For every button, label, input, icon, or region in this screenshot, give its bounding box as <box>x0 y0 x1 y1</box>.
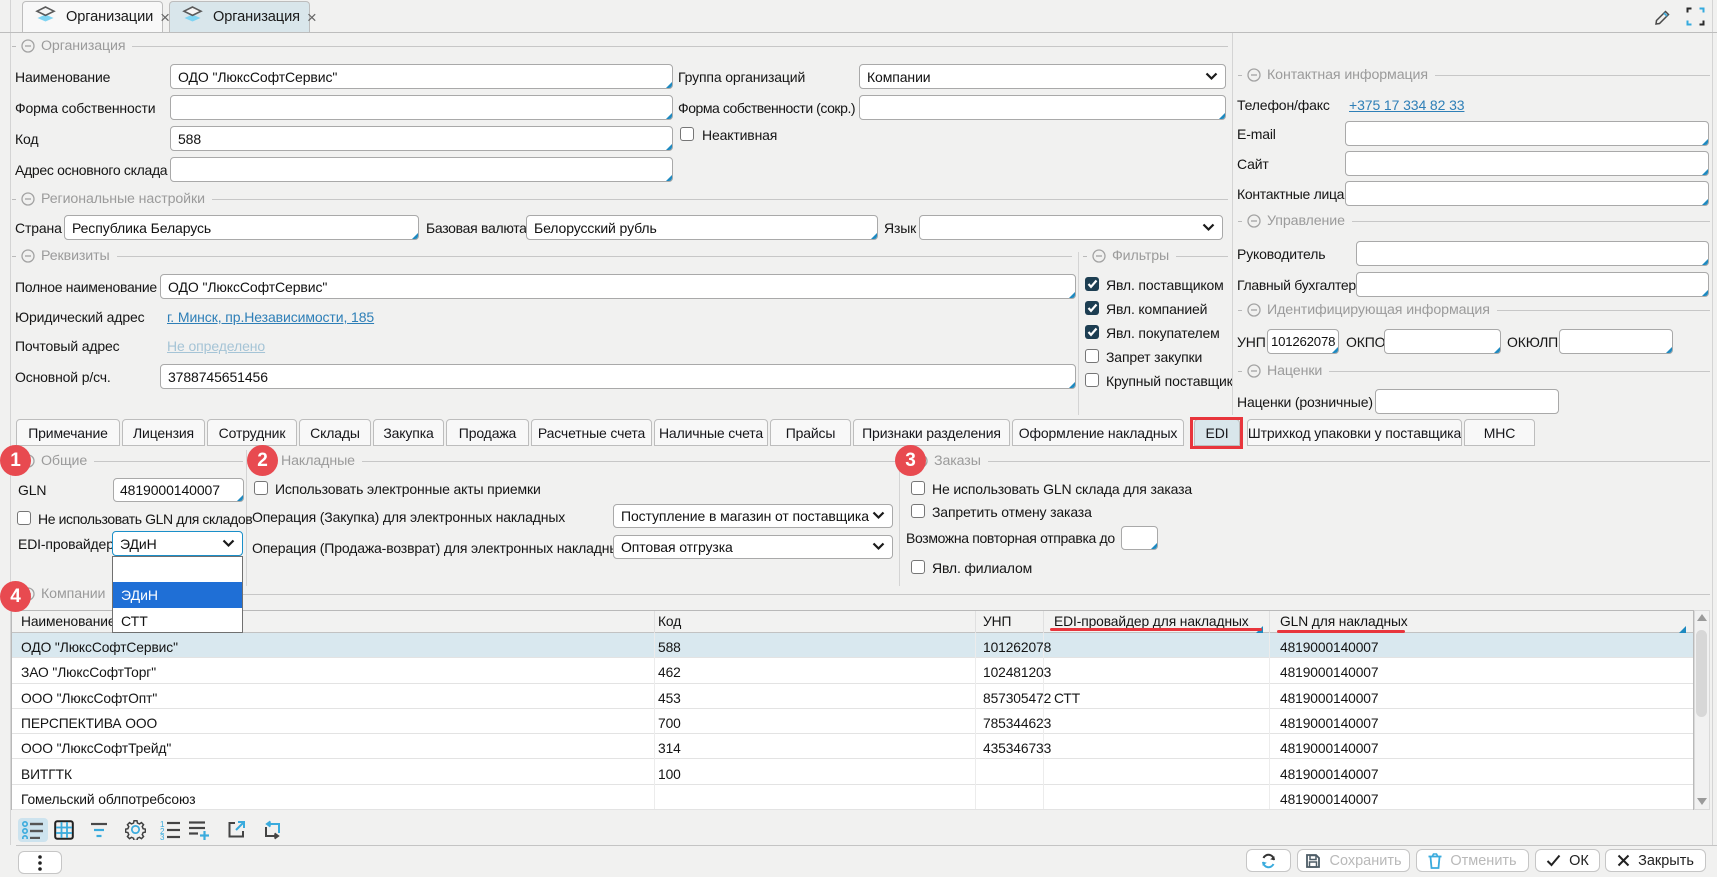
svg-text:3: 3 <box>160 833 165 840</box>
